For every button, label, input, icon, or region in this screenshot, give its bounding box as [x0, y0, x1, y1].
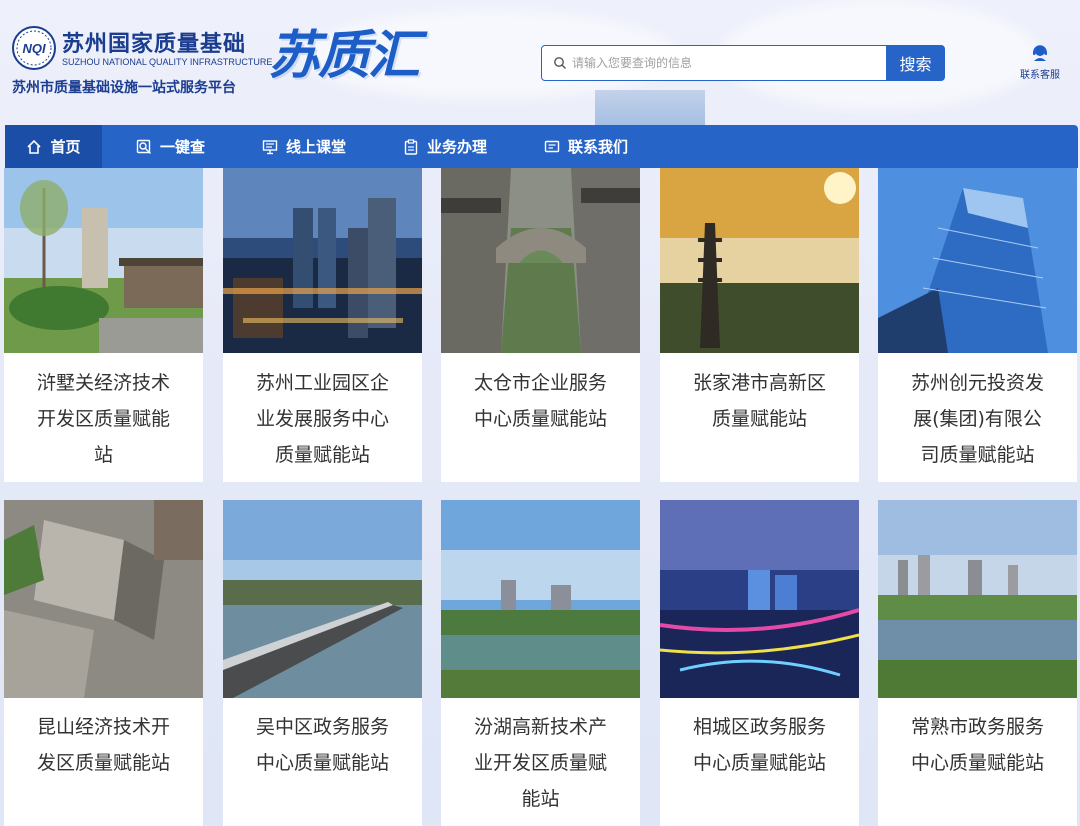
nav-label: 首页 — [50, 138, 81, 156]
station-name: 汾湖高新技术产 业开发区质量赋 能站 — [473, 716, 607, 810]
station-photo — [223, 500, 422, 698]
station-card-zhangjiagang[interactable]: 张家港市高新区 质量赋能站 — [660, 168, 859, 482]
home-icon — [27, 139, 42, 154]
nav-item-business[interactable]: 业务办理 — [403, 125, 487, 168]
station-photo — [441, 168, 640, 353]
station-card-xushuguan[interactable]: 浒墅关经济技术 开发区质量赋能站 — [4, 168, 203, 482]
station-photo — [4, 168, 203, 353]
station-name: 昆山经济技术开 发区质量赋能站 — [36, 716, 170, 774]
station-card-xiangcheng[interactable]: 相城区政务服务 中心质量赋能站 — [660, 500, 859, 826]
nav-label: 业务办理 — [427, 138, 488, 156]
station-name: 吴中区政务服务 中心质量赋能站 — [255, 716, 389, 774]
station-card-sip[interactable]: 苏州工业园区企 业发展服务中心 质量赋能站 — [223, 168, 422, 482]
station-photo — [223, 168, 422, 353]
nav-item-home[interactable]: 首页 — [5, 125, 102, 168]
brand-logo[interactable]: 苏质汇 — [268, 26, 420, 86]
station-photo — [660, 500, 859, 698]
search-doc-icon — [136, 139, 151, 154]
station-card-fenhu[interactable]: 汾湖高新技术产 业开发区质量赋 能站 — [441, 500, 640, 826]
search-box — [541, 45, 887, 81]
station-photo — [878, 168, 1077, 353]
message-icon — [544, 140, 560, 152]
org-title-en: SUZHOU NATIONAL QUALITY INFRASTRUCTURE — [62, 57, 273, 67]
station-card-chuangyuan[interactable]: 苏州创元投资发 展(集团)有限公 司质量赋能站 — [878, 168, 1077, 482]
classroom-icon — [262, 139, 278, 154]
main-nav: 首页 一键查 线上课堂 业务办理 联系我们 — [5, 125, 1078, 168]
site-header: NQI 苏州国家质量基础 SUZHOU NATIONAL QUALITY INF… — [0, 0, 1080, 125]
service-label: 联系客服 — [1020, 70, 1060, 81]
nav-label: 线上课堂 — [286, 138, 347, 156]
station-name: 相城区政务服务 中心质量赋能站 — [692, 716, 826, 774]
contact-service-button[interactable]: 联系客服 — [1012, 44, 1068, 84]
search-button[interactable]: 搜索 — [886, 45, 945, 81]
station-name: 苏州工业园区企 业发展服务中心 质量赋能站 — [255, 372, 389, 466]
station-photo — [441, 500, 640, 698]
org-title: 苏州国家质量基础 — [62, 32, 247, 57]
search-input[interactable] — [570, 47, 884, 79]
nav-label: 一键查 — [160, 138, 206, 156]
clipboard-icon — [404, 138, 418, 155]
station-name: 常熟市政务服务 中心质量赋能站 — [910, 716, 1044, 774]
station-name: 苏州创元投资发 展(集团)有限公 司质量赋能站 — [910, 372, 1044, 466]
search-bar: 搜索 — [541, 45, 945, 81]
nav-item-contact[interactable]: 联系我们 — [544, 125, 628, 168]
nav-label: 联系我们 — [568, 138, 629, 156]
station-name: 太仓市企业服务 中心质量赋能站 — [473, 372, 607, 430]
station-card-taicang[interactable]: 太仓市企业服务 中心质量赋能站 — [441, 168, 640, 482]
station-photo — [878, 500, 1077, 698]
station-card-kunshan[interactable]: 昆山经济技术开 发区质量赋能站 — [4, 500, 203, 826]
customer-service-icon — [1033, 45, 1047, 61]
platform-subtitle: 苏州市质量基础设施一站式服务平台 — [12, 80, 236, 96]
nav-item-online-class[interactable]: 线上课堂 — [262, 125, 346, 168]
station-name: 张家港市高新区 质量赋能站 — [692, 372, 826, 430]
logo-badge-text: NQI — [22, 41, 46, 56]
station-photo — [660, 168, 859, 353]
station-card-changshu[interactable]: 常熟市政务服务 中心质量赋能站 — [878, 500, 1077, 826]
nav-item-quick-search[interactable]: 一键查 — [136, 125, 205, 168]
station-photo — [4, 500, 203, 698]
nqi-logo-icon: NQI — [12, 26, 56, 70]
search-icon — [554, 57, 566, 69]
station-name: 浒墅关经济技术 开发区质量赋能站 — [36, 372, 170, 466]
station-card-wuzhong[interactable]: 吴中区政务服务 中心质量赋能站 — [223, 500, 422, 826]
